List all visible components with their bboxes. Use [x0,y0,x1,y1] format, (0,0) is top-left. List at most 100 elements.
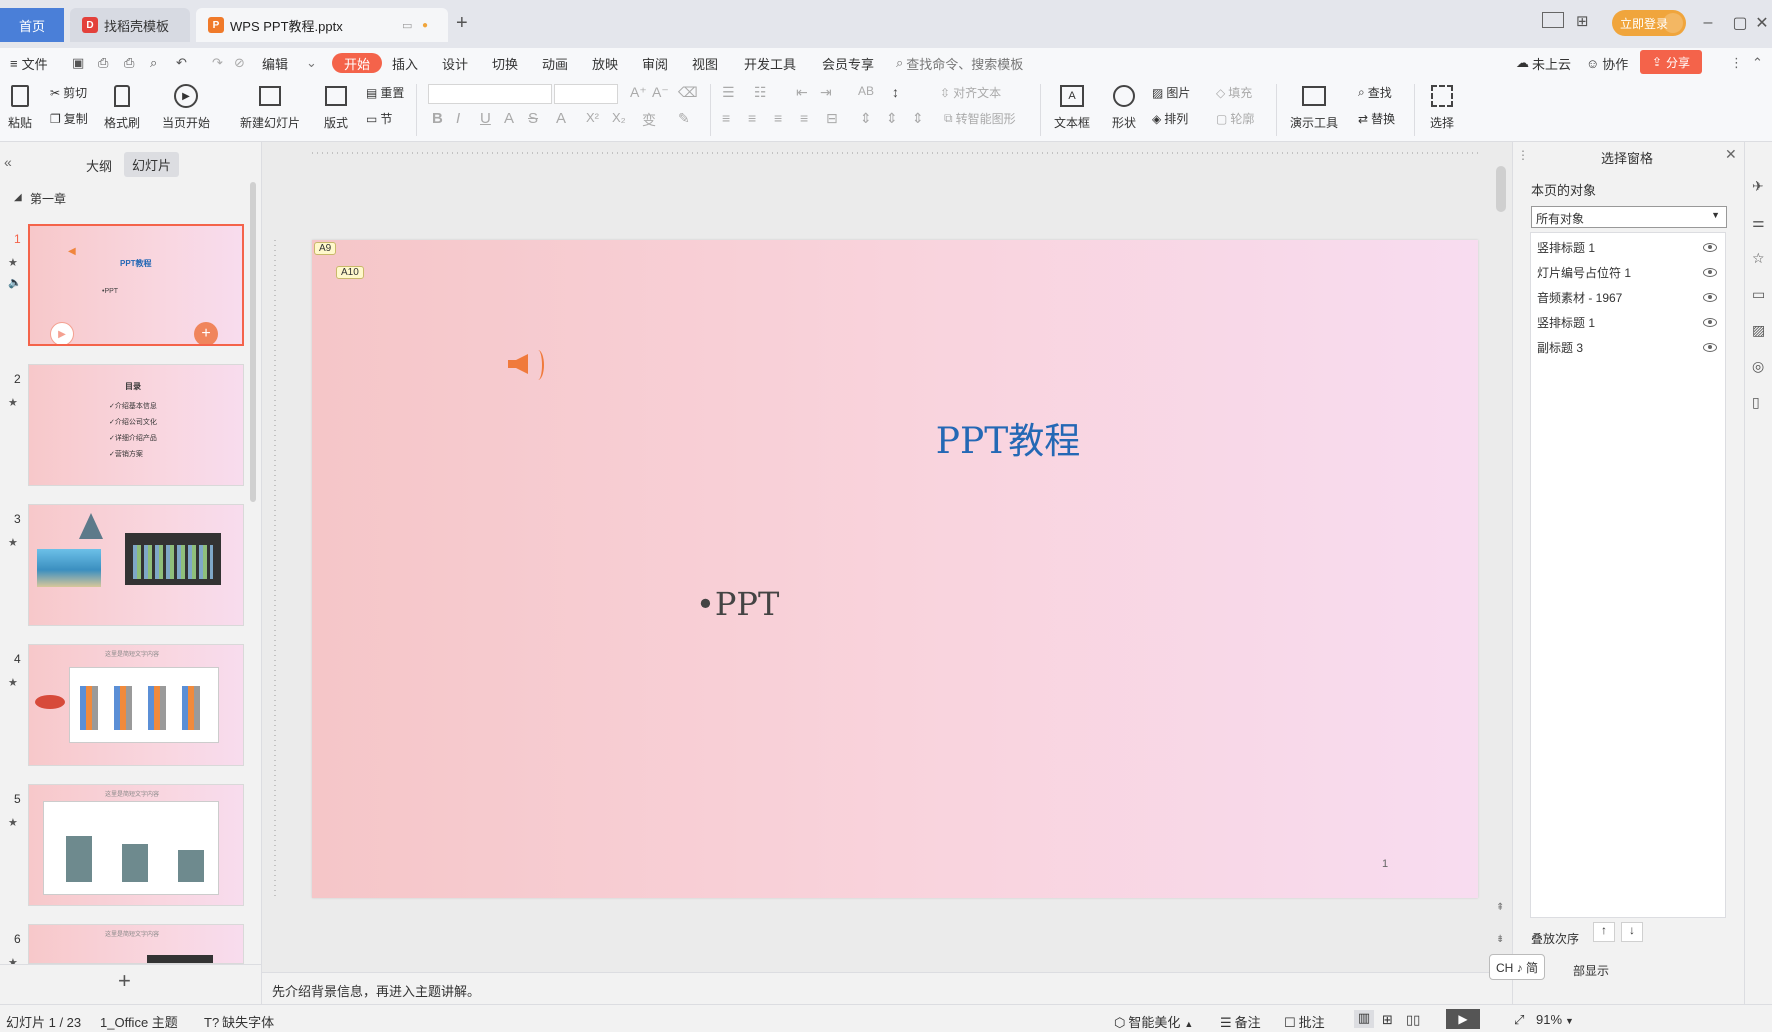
bullet-list-icon[interactable]: ☰ [722,84,735,101]
section-title[interactable]: 第一章 [30,190,66,207]
animation-icon[interactable]: ☆ [1752,250,1765,267]
italic-icon[interactable]: I [456,110,460,127]
char-spacing-icon[interactable]: 变 [642,110,656,130]
add-slide-icon[interactable]: + [194,322,218,344]
section-button[interactable]: ▭ 节 [366,110,392,127]
arrange-button[interactable]: ◈ 排列 [1152,110,1188,127]
thumbs-scrollbar[interactable] [250,182,256,502]
column-spacing-icon[interactable]: ⇕ [886,110,898,127]
pin-icon[interactable]: ✈ [1752,178,1764,195]
align-left-icon[interactable]: ≡ [722,110,730,126]
line-spacing-icon[interactable]: ↕ [892,84,899,100]
menu-developer[interactable]: 开发工具 [744,53,796,73]
notes-toggle[interactable]: ☰ 备注 [1220,1012,1261,1031]
canvas-scrollbar[interactable] [1496,166,1506,212]
slide-thumbnail-5[interactable]: 这里是简短文字内容 [28,784,244,906]
preview-icon[interactable]: ⌕ [150,53,157,73]
speaker-icon[interactable] [508,354,528,374]
prev-slide-icon[interactable]: ⇞ [1496,902,1504,913]
layout-icon[interactable] [1542,12,1564,28]
slide-number[interactable]: 1 [1382,858,1388,870]
textbox-button[interactable]: A 文本框 [1054,82,1090,131]
reset-button[interactable]: ▤ 重置 [366,84,404,101]
copy-button[interactable]: ❐ 复制 [50,110,88,127]
play-from-current-button[interactable]: ▶ 当页开始 [162,82,210,131]
paste-button[interactable]: 粘贴 [6,82,34,131]
slide-thumbnail-2[interactable]: 目录 ✓介绍基本信息 ✓介绍公司文化 ✓详细介绍产品 ✓营销方案 [28,364,244,486]
menu-insert[interactable]: 插入 [392,53,418,73]
more-options-icon[interactable]: ⋮ [1730,53,1743,73]
presentation-tools-button[interactable]: 演示工具 [1290,82,1338,131]
menu-file[interactable]: ≡ 文件 [10,53,48,73]
numbered-list-icon[interactable]: ☷ [754,84,767,101]
slide-title[interactable]: PPT教程 [818,412,1198,464]
format-painter-button[interactable]: 格式刷 [104,82,140,131]
bold-icon[interactable]: B [432,110,443,127]
zoom-level[interactable]: 91% ▼ [1536,1012,1574,1027]
object-row[interactable]: 灯片编号占位符 1 [1531,260,1725,285]
minimize-icon[interactable]: – [1694,10,1722,36]
slide-thumbnail-6[interactable]: 这里是简短文字内容 [28,924,244,964]
redo-icon[interactable]: ↷ [212,53,223,73]
theme-name[interactable]: 1_Office 主题 [100,1012,178,1031]
eye-icon[interactable] [1703,318,1717,327]
drag-handle-icon[interactable]: ⋮ [1517,148,1529,162]
menu-animation[interactable]: 动画 [542,53,568,73]
underline-icon[interactable]: U [480,110,491,127]
design-icon[interactable]: ▨ [1752,322,1765,339]
menu-edit[interactable]: 编辑 [262,53,288,73]
grid-apps-icon[interactable]: ⊞ [1576,12,1589,30]
font-family-select[interactable] [428,84,552,104]
close-pane-icon[interactable]: ✕ [1725,146,1737,163]
collapse-panel-icon[interactable]: « [4,154,12,170]
share-button[interactable]: ⇪ 分享 [1640,50,1702,74]
login-button[interactable]: 立即登录 [1612,10,1686,36]
picture-button[interactable]: ▨ 图片 [1152,84,1190,101]
eye-icon[interactable] [1703,343,1717,352]
command-search[interactable]: ⌕ 查找命令、搜索模板 [896,53,1023,73]
indent-decrease-icon[interactable]: ⇤ [796,84,808,101]
fill-button[interactable]: ◇ 填充 [1216,84,1252,101]
menu-slideshow[interactable]: 放映 [592,53,618,73]
menu-transition[interactable]: 切换 [492,53,518,73]
slideshow-play-button[interactable]: ▶ [1446,1009,1480,1029]
section-collapse-icon[interactable]: ◢ [14,192,22,203]
paragraph-spacing-icon[interactable]: ⇕ [860,110,872,127]
slide-thumbnail-3[interactable] [28,504,244,626]
ime-indicator[interactable]: CH ♪ 简 [1489,954,1546,980]
object-row[interactable]: 音频素材 - 1967 [1531,285,1725,310]
new-slide-button[interactable]: 新建幻灯片 [240,82,300,131]
collapse-ribbon-icon[interactable]: ⌃ [1752,53,1763,73]
tab-document[interactable]: P WPS PPT教程.pptx ▭ ● [196,8,448,42]
transition-icon[interactable]: ▭ [1752,286,1765,303]
menu-view[interactable]: 视图 [692,53,718,73]
book-icon[interactable]: ▯ [1752,394,1760,411]
reading-view-icon[interactable]: ▯▯ [1406,1012,1420,1028]
tab-outline[interactable]: 大纲 [86,156,112,175]
eye-icon[interactable] [1703,243,1717,252]
text-direction-icon[interactable]: AB [858,84,874,98]
cloud-status[interactable]: ☁ 未上云 [1516,53,1571,73]
distribute-icon[interactable]: ⊟ [826,110,838,127]
object-row[interactable]: 竖排标题 1 [1531,310,1725,335]
normal-view-icon[interactable]: ▥ [1354,1010,1374,1028]
animation-tag[interactable]: A10 [336,266,364,279]
eye-icon[interactable] [1703,293,1717,302]
fit-window-icon[interactable]: ⤢ [1514,1012,1524,1028]
select-button[interactable]: 选择 [1428,82,1456,131]
next-slide-icon[interactable]: ⇟ [1496,934,1504,945]
justify-icon[interactable]: ≡ [800,110,808,126]
text-effect-icon[interactable]: A [504,110,514,127]
move-up-icon[interactable]: ↑ [1593,922,1615,942]
move-down-icon[interactable]: ↓ [1621,922,1643,942]
layout-button[interactable]: 版式 [322,82,350,131]
font-size-select[interactable] [554,84,618,104]
strikethrough-icon[interactable]: S [528,110,538,127]
align-text-button[interactable]: ⇳ 对齐文本 [940,84,1001,101]
monitor-icon[interactable]: ▭ [402,19,412,32]
menu-design[interactable]: 设计 [442,53,468,73]
slide-thumbnail-1[interactable]: ◀ PPT教程 •PPT ▶ + [28,224,244,346]
indent-increase-icon[interactable]: ⇥ [820,84,832,101]
new-tab-icon[interactable]: + [456,12,468,35]
align-center-icon[interactable]: ≡ [748,110,756,126]
